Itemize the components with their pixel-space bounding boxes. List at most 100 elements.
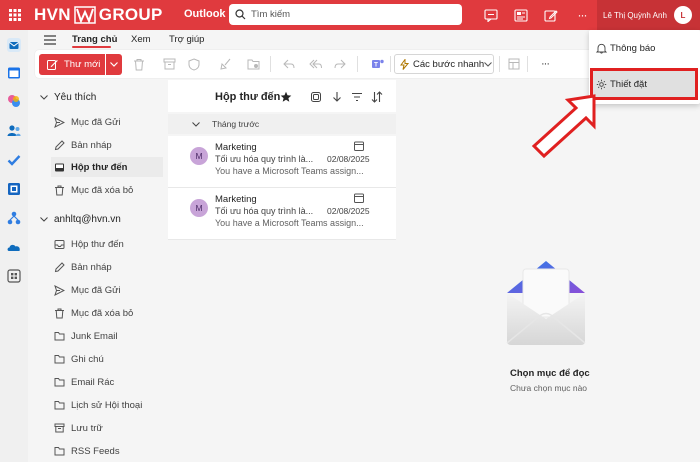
message-subject: Tối ưu hóa quy trình là... bbox=[215, 206, 314, 216]
folder-drafts[interactable]: Bản nháp bbox=[51, 257, 163, 277]
news-icon[interactable] bbox=[513, 7, 529, 23]
new-mail-dropdown[interactable] bbox=[106, 54, 122, 75]
search-input[interactable] bbox=[251, 9, 451, 20]
inbox-icon bbox=[54, 239, 65, 249]
folder-label: Junk Email bbox=[71, 330, 118, 342]
trash-icon bbox=[55, 185, 64, 195]
sweep-icon[interactable] bbox=[218, 57, 232, 71]
toolbar-separator bbox=[357, 56, 358, 72]
folder-conversation-history[interactable]: Lịch sử Hội thoại bbox=[51, 395, 163, 415]
report-icon[interactable] bbox=[187, 57, 201, 71]
compose-note-icon[interactable] bbox=[543, 7, 559, 23]
move-to-icon[interactable] bbox=[246, 57, 260, 71]
folder-sent[interactable]: Mục đã Gửi bbox=[51, 112, 163, 132]
sender-avatar: M bbox=[190, 199, 208, 217]
folder-label: Mục đã xóa bỏ bbox=[71, 184, 134, 196]
avatar: L bbox=[673, 6, 692, 24]
menu-icon[interactable] bbox=[44, 35, 56, 45]
app-name[interactable]: Outlook bbox=[184, 8, 226, 20]
tab-view[interactable]: Xem bbox=[131, 34, 151, 45]
search-box[interactable] bbox=[229, 4, 462, 25]
brand-right-text: GROUP bbox=[98, 5, 163, 24]
top-more-icon[interactable]: ··· bbox=[574, 7, 590, 23]
quick-steps-dropdown[interactable]: Các bước nhanh bbox=[394, 54, 494, 74]
todo-app-icon[interactable] bbox=[7, 153, 21, 167]
folder-spam[interactable]: Email Rác bbox=[51, 372, 163, 392]
message-sender: Marketing bbox=[215, 194, 257, 205]
chevron-down-icon bbox=[192, 121, 200, 127]
reply-icon[interactable] bbox=[282, 57, 296, 71]
folder-label: Mục đã Gửi bbox=[71, 116, 121, 128]
chevron-down-icon[interactable] bbox=[481, 57, 495, 71]
chevron-down-icon bbox=[40, 95, 48, 100]
toolbar-separator bbox=[390, 56, 391, 72]
folder-label: Bản nháp bbox=[71, 139, 112, 151]
filter-icon[interactable] bbox=[351, 91, 363, 103]
folder-inbox[interactable]: Hộp thư đến bbox=[51, 234, 163, 254]
calendar-icon bbox=[354, 141, 364, 151]
folder-drafts[interactable]: Bản nháp bbox=[51, 135, 163, 155]
brand-logo[interactable]: HVN GROUP bbox=[34, 5, 163, 24]
mail-app-icon[interactable] bbox=[7, 38, 21, 52]
folder-label: Lịch sử Hội thoại bbox=[71, 399, 143, 411]
teams-chat-icon[interactable] bbox=[483, 7, 499, 23]
archive-icon bbox=[54, 423, 65, 433]
sort-icon[interactable] bbox=[371, 91, 383, 103]
reply-all-icon[interactable] bbox=[308, 57, 322, 71]
onedrive-app-icon[interactable] bbox=[7, 240, 21, 254]
folder-deleted[interactable]: Mục đã xóa bỏ bbox=[51, 180, 163, 200]
folder-label: Email Rác bbox=[71, 376, 115, 388]
favorite-star-icon[interactable] bbox=[280, 91, 292, 103]
favorites-header[interactable]: Yêu thích bbox=[40, 92, 96, 103]
new-mail-button[interactable]: Thư mới bbox=[39, 54, 105, 75]
table-view-icon[interactable] bbox=[507, 57, 521, 71]
empty-state-subtitle: Chưa chọn mục nào bbox=[510, 383, 588, 393]
teams-share-icon[interactable]: T bbox=[370, 57, 384, 71]
folder-label: Mục đã Gửi bbox=[71, 284, 121, 296]
folder-junk[interactable]: Junk Email bbox=[51, 326, 163, 346]
people-app-icon[interactable] bbox=[7, 124, 21, 138]
folder-label: Hộp thư đến bbox=[71, 238, 124, 250]
copilot-app-icon[interactable] bbox=[7, 94, 21, 108]
folder-inbox[interactable]: Hộp thư đến bbox=[51, 157, 163, 177]
account-button[interactable]: Lê Thị Quỳnh Anh L bbox=[597, 0, 700, 30]
waffle-icon[interactable] bbox=[8, 8, 22, 22]
archive-icon[interactable] bbox=[162, 57, 176, 71]
more-apps-icon[interactable] bbox=[7, 269, 21, 283]
onenote-app-icon[interactable] bbox=[7, 182, 21, 196]
tab-home[interactable]: Trang chủ bbox=[72, 34, 117, 45]
menu-item-notifications[interactable]: Thông báo bbox=[589, 36, 700, 60]
toolbar-separator bbox=[499, 56, 500, 72]
forward-icon[interactable] bbox=[333, 57, 347, 71]
jump-to-icon[interactable] bbox=[331, 91, 343, 103]
brand-emblem-icon bbox=[74, 6, 96, 24]
org-chart-app-icon[interactable] bbox=[7, 211, 21, 225]
tab-help[interactable]: Trợ giúp bbox=[169, 34, 204, 45]
menu-item-label: Thông báo bbox=[610, 42, 656, 54]
message-item[interactable]: M Marketing Tối ưu hóa quy trình là... 0… bbox=[168, 136, 396, 188]
user-name: Lê Thị Quỳnh Anh bbox=[603, 10, 667, 20]
message-preview: You have a Microsoft Teams assign... bbox=[215, 218, 364, 228]
menu-item-label: Thiết đặt bbox=[610, 78, 647, 90]
svg-text:T: T bbox=[374, 62, 378, 69]
delete-icon[interactable] bbox=[132, 57, 146, 71]
toolbar-separator bbox=[527, 56, 528, 72]
select-icon[interactable] bbox=[310, 91, 322, 103]
folder-rss[interactable]: RSS Feeds bbox=[51, 441, 163, 461]
folder-sent[interactable]: Mục đã Gửi bbox=[51, 280, 163, 300]
chevron-down-icon bbox=[40, 217, 48, 222]
message-preview: You have a Microsoft Teams assign... bbox=[215, 166, 364, 176]
account-header[interactable]: anhltq@hvn.vn bbox=[40, 214, 121, 225]
message-group-header[interactable]: Tháng trước bbox=[168, 114, 396, 134]
folder-icon bbox=[54, 355, 65, 364]
folder-deleted[interactable]: Mục đã xóa bỏ bbox=[51, 303, 163, 323]
folder-icon bbox=[54, 378, 65, 387]
folder-notes[interactable]: Ghi chú bbox=[51, 349, 163, 369]
trash-icon bbox=[55, 308, 64, 318]
send-icon bbox=[54, 284, 65, 296]
menu-item-settings[interactable]: Thiết đặt bbox=[589, 72, 700, 96]
calendar-app-icon[interactable] bbox=[7, 66, 21, 80]
message-item[interactable]: M Marketing Tối ưu hóa quy trình là... 0… bbox=[168, 188, 396, 240]
ribbon-more-icon[interactable]: ··· bbox=[538, 57, 552, 71]
folder-archive[interactable]: Lưu trữ bbox=[51, 418, 163, 438]
